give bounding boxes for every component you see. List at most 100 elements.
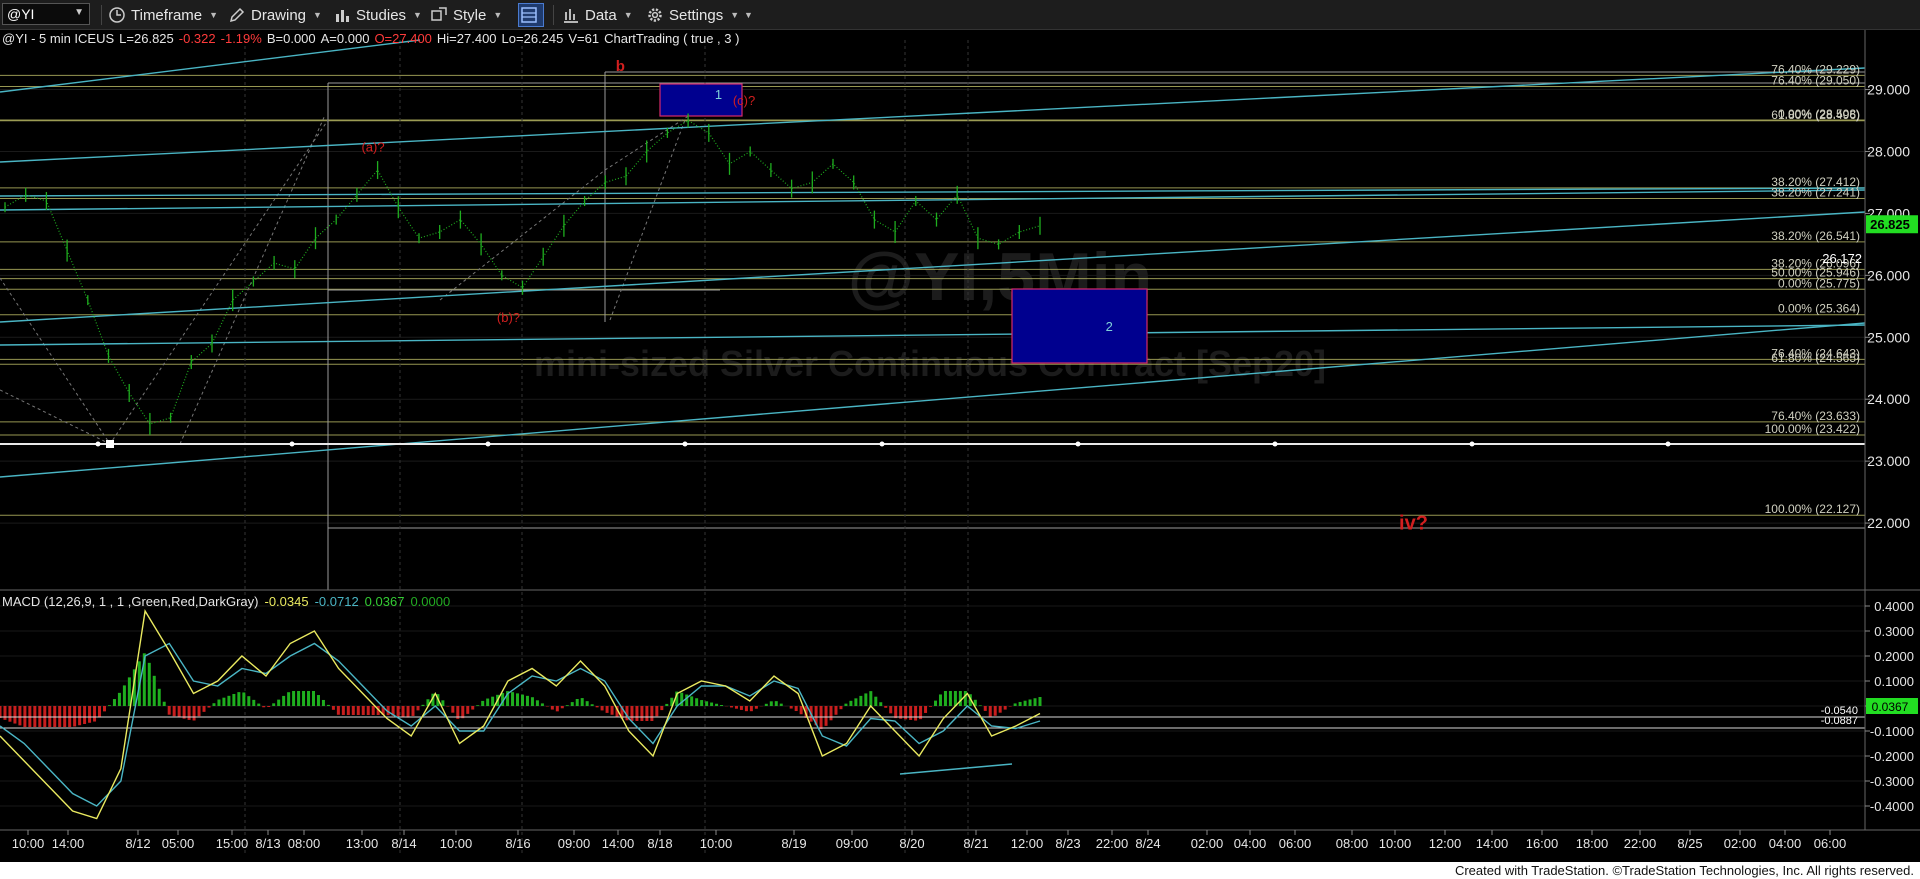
time-tick-label: 22:00 [1096,836,1129,851]
chevron-down-icon: ▼ [623,10,633,20]
time-tick-label: 13:00 [346,836,379,851]
chevron-down-icon: ▼ [493,10,503,20]
studies-label: Studies [356,6,407,24]
macd-signal-value: -0.0712 [315,594,359,609]
wave-label: b [616,58,625,75]
time-tick-label: 14:00 [602,836,635,851]
price-tick-label: 29.000 [1867,82,1910,98]
data-button[interactable]: Data ▼ [562,4,633,26]
time-tick-label: 8/14 [391,836,416,851]
macd-zero-value: 0.0000 [410,594,450,609]
layout-toggle-button[interactable] [518,3,544,27]
fib-label: 100.00% (23.422) [1765,422,1860,436]
fib-label: 61.80% (24.565) [1771,351,1860,365]
wave-1-box[interactable] [659,83,743,117]
drawing-label: Drawing [251,6,307,24]
layout-icon [520,7,537,23]
volume: V=61 [568,31,599,46]
time-tick-label: 8/21 [963,836,988,851]
fib-label: 0.00% (25.364) [1778,302,1860,316]
macd-tick-label: -0.2000 [1870,749,1914,764]
time-tick-label: 8/16 [505,836,530,851]
toolbar-divider [101,5,102,25]
bid-price: B=0.000 [267,31,316,46]
time-tick-label: 10:00 [12,836,45,851]
time-tick-label: 10:00 [1379,836,1412,851]
time-tick-label: 04:00 [1234,836,1267,851]
time-tick-label: 08:00 [288,836,321,851]
time-tick-label: 8/20 [899,836,924,851]
wave-label: (b)? [497,310,520,325]
chevron-down-icon: ▼ [313,10,322,20]
macd-histogram-value: 0.0367 [365,594,405,609]
time-tick-label: 14:00 [52,836,85,851]
settings-button[interactable]: Settings ▼ [646,4,739,26]
time-tick-label: 12:00 [1011,836,1044,851]
price-change: -0.322 [179,31,216,46]
time-tick-label: 12:00 [1429,836,1462,851]
symbol-input[interactable]: @YI ▼ [2,3,90,25]
studies-button[interactable]: Studies ▼ [333,4,422,26]
macd-tick-label: -0.1000 [1870,724,1914,739]
symbol-info: @YI - 5 min ICEUS [2,31,114,46]
study-label: ChartTrading ( true , 3 ) [604,31,739,46]
time-tick-label: 8/12 [125,836,150,851]
macd-tick-label: 0.1000 [1874,674,1914,689]
macd-tick-label: -0.4000 [1870,799,1914,814]
style-button[interactable]: Style ▼ [430,4,502,26]
time-tick-label: 15:00 [216,836,249,851]
time-tick-label: 8/24 [1135,836,1160,851]
timeframe-label: Timeframe [131,6,203,24]
macd-header: MACD (12,26,9, 1 , 1 ,Green,Red,DarkGray… [2,594,450,609]
time-tick-label: 05:00 [162,836,195,851]
chevron-down-icon[interactable]: ▼ [74,7,84,18]
footer: Created with TradeStation. ©TradeStation… [0,862,1920,879]
low-price: Lo=26.245 [502,31,564,46]
fib-label: 61.80% (28.496) [1771,108,1860,122]
time-tick-label: 06:00 [1279,836,1312,851]
time-tick-label: 8/18 [647,836,672,851]
chevron-down-icon: ▼ [413,10,422,20]
wave-2-box[interactable] [1011,288,1148,364]
time-tick-label: 8/19 [781,836,806,851]
macd-tick-label: 0.2000 [1874,649,1914,664]
macd-level-labels: -0.0540 -0.0887 [1821,705,1858,727]
time-tick-label: 02:00 [1724,836,1757,851]
toolbar-overflow-icon[interactable]: ▼ [744,4,753,26]
price-tick-label: 26.000 [1867,267,1910,283]
wave-label: 1 [715,87,722,102]
time-tick-label: 10:00 [440,836,473,851]
time-tick-label: 8/13 [255,836,280,851]
clock-icon [109,7,125,23]
price-tick-label: 24.000 [1867,391,1910,407]
time-tick-label: 22:00 [1624,836,1657,851]
pencil-icon [229,7,245,23]
wave-label: 2 [1106,319,1113,334]
last-price: L=26.825 [119,31,174,46]
chart-area[interactable]: @YI,5Min mini-sized Silver Continuous Co… [0,30,1920,862]
time-tick-label: 09:00 [558,836,591,851]
toolbar-divider [553,5,554,25]
price-tick-label: 22.000 [1867,515,1910,531]
fib-label: 100.00% (22.127) [1765,502,1860,516]
ask-price: A=0.000 [321,31,370,46]
macd-tick-label: -0.3000 [1870,774,1914,789]
timeframe-button[interactable]: Timeframe ▼ [108,4,218,26]
high-price: Hi=27.400 [437,31,497,46]
copyright-text: Created with TradeStation. ©TradeStation… [1454,863,1914,878]
fib-label: 0.00% (25.775) [1778,276,1860,290]
macd-last-label: 0.0367 [1872,700,1909,714]
macd-value: -0.0345 [264,594,308,609]
chart-toolbar: @YI ▼ Timeframe ▼ Drawing ▼ Studies ▼ Style ▼… [0,0,1920,30]
settings-label: Settings [669,6,724,24]
drawing-button[interactable]: Drawing ▼ [228,4,322,26]
data-icon [564,9,578,23]
time-tick-label: 09:00 [836,836,869,851]
time-tick-label: 18:00 [1576,836,1609,851]
data-label: Data [585,6,617,24]
time-tick-label: 02:00 [1191,836,1224,851]
macd-tick-label: 0.3000 [1874,624,1914,639]
time-tick-label: 06:00 [1814,836,1847,851]
time-tick-label: 16:00 [1526,836,1559,851]
price-level-label: 26.172 [1822,251,1862,266]
